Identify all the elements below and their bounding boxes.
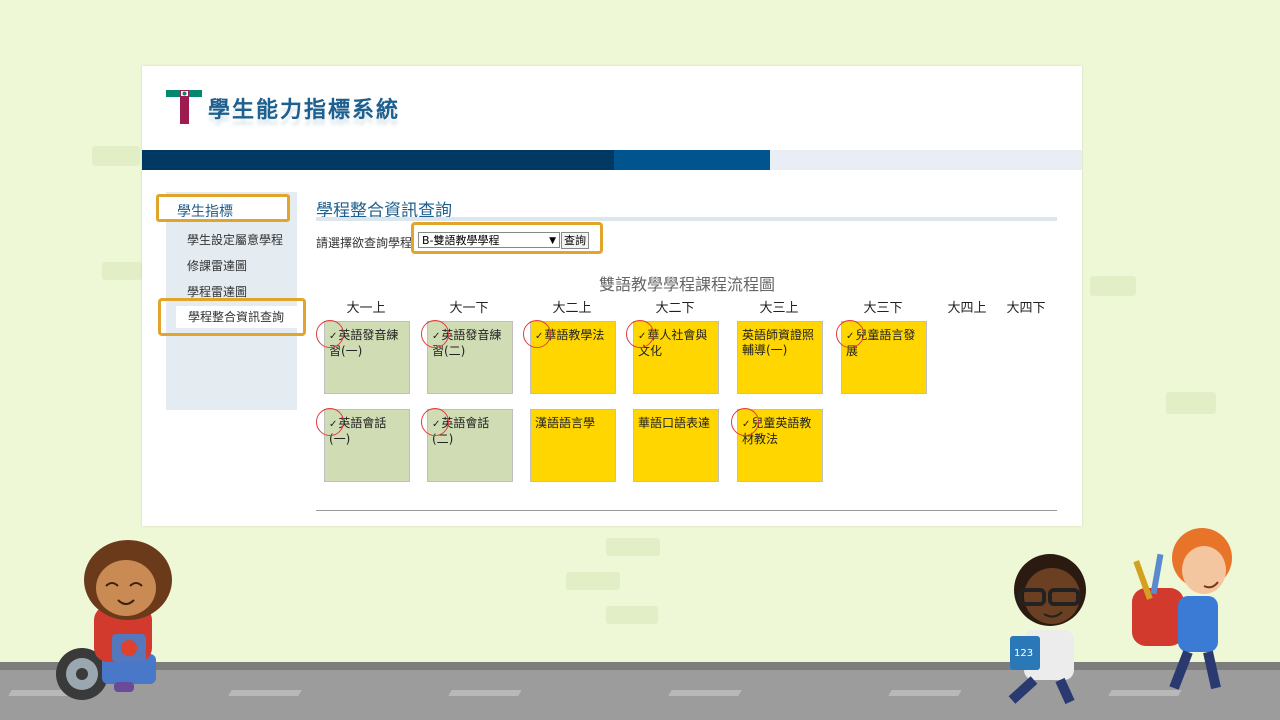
road-stripe (228, 690, 302, 696)
header-bar-mid (614, 150, 770, 170)
query-label: 請選擇欲查詢學程 (316, 236, 413, 250)
background-brick (102, 262, 142, 280)
course-name: 英語會話(一) (329, 416, 387, 446)
course-name: 兒童英語教材教法 (742, 416, 812, 446)
header-bar-light (770, 150, 1082, 170)
check-icon: ✓ (329, 419, 338, 430)
semester-label: 大二下 (655, 301, 695, 316)
semester-label: 大三上 (759, 301, 799, 316)
check-icon: ✓ (535, 331, 544, 342)
query-button[interactable]: 查詢 (561, 232, 589, 249)
content-divider (316, 510, 1057, 511)
course-name: 華人社會與文化 (638, 328, 708, 358)
course-card[interactable]: ✓英語會話(二) (427, 409, 513, 482)
sidebar-item-set-program[interactable]: 學生設定屬意學程 (187, 231, 283, 248)
background-brick (92, 146, 140, 166)
flowchart-title: 雙語教學學程課程流程圖 (598, 275, 775, 294)
course-card[interactable]: ✓兒童英語教材教法 (737, 409, 823, 482)
course-card[interactable]: ✓英語會話(一) (324, 409, 410, 482)
course-card[interactable]: 華語口語表達 (633, 409, 719, 482)
sidebar-item-course-radar[interactable]: 修課雷達圖 (187, 257, 247, 274)
course-name: 華語教學法 (544, 328, 605, 342)
background-brick (606, 606, 658, 624)
program-select-value: B-雙語教學學程 (422, 234, 500, 247)
background-brick (566, 572, 620, 590)
semester-label: 大一下 (449, 301, 489, 316)
course-card[interactable]: 英語師資證照輔導(一) (737, 321, 823, 394)
course-name: 英語發音練習(一) (329, 328, 399, 358)
dropdown-arrow-icon: ▼ (549, 236, 556, 246)
check-icon: ✓ (432, 419, 441, 430)
course-name: 漢語語言學 (535, 416, 596, 430)
system-title: 學生能力指標系統 (208, 98, 401, 123)
title-underline (316, 217, 1057, 221)
course-card[interactable]: 漢語語言學 (530, 409, 616, 482)
semester-label: 大二上 (552, 301, 592, 316)
course-card[interactable]: ✓兒童語言發展 (841, 321, 927, 394)
semester-label: 大一上 (346, 301, 386, 316)
background-brick (1166, 392, 1216, 414)
sidebar-item-program-query[interactable]: 學程整合資訊查詢 (176, 306, 298, 328)
course-name: 英語發音練習(二) (432, 328, 502, 358)
sidebar-section-title[interactable]: 學生指標 (156, 194, 290, 222)
background-brick (1090, 276, 1136, 296)
program-select[interactable]: B-雙語教學學程 ▼ (418, 232, 560, 248)
check-icon: ✓ (742, 419, 751, 430)
check-icon: ✓ (329, 331, 338, 342)
semester-label: 大四下 (1006, 301, 1046, 316)
check-icon: ✓ (846, 331, 855, 342)
check-icon: ✓ (432, 331, 441, 342)
student-wheelchair-illustration (56, 540, 172, 700)
student-with-backpack-illustration (1132, 528, 1232, 690)
svg-text:123: 123 (1014, 648, 1033, 659)
background-brick (606, 538, 660, 556)
header-bar-dark (142, 150, 614, 170)
road-stripe (448, 690, 522, 696)
check-icon: ✓ (638, 331, 647, 342)
course-card[interactable]: ✓英語發音練習(一) (324, 321, 410, 394)
system-screenshot: 學生能力指標系統 學生指標 學生設定屬意學程 修課雷達圖 學程雷達圖 學程整合資… (142, 66, 1082, 526)
road-stripe (668, 690, 742, 696)
road-stripe (888, 690, 962, 696)
student-with-books-illustration: 123 (1008, 554, 1086, 705)
school-logo-icon (166, 90, 202, 124)
course-card[interactable]: ✓華人社會與文化 (633, 321, 719, 394)
course-name: 兒童語言發展 (846, 328, 916, 358)
semester-label: 大三下 (863, 301, 903, 316)
course-card[interactable]: ✓華語教學法 (530, 321, 616, 394)
course-name: 英語師資證照輔導(一) (742, 328, 815, 357)
course-card[interactable]: ✓英語發音練習(二) (427, 321, 513, 394)
course-name: 英語會話(二) (432, 416, 490, 446)
course-name: 華語口語表達 (638, 416, 711, 430)
